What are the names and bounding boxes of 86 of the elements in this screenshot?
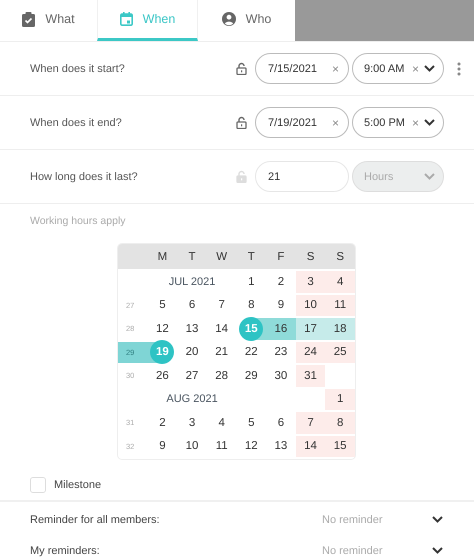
calendar-day[interactable]: 12 (236, 436, 266, 457)
month-label: JUL 2021 (168, 276, 216, 288)
field-label: How long does it last? (30, 170, 139, 182)
working-hours-note: Working hours apply (30, 215, 126, 227)
calendar-day[interactable]: 27 (177, 365, 207, 386)
duration-value: 21 (268, 170, 280, 182)
calendar-day[interactable]: 6 (266, 412, 296, 434)
clear-button[interactable]: × (332, 116, 339, 130)
date-value: 7/15/2021 (268, 62, 317, 74)
lock-icon[interactable] (236, 116, 247, 129)
more-options-icon[interactable] (457, 62, 461, 76)
calendar-day[interactable]: 4 (325, 271, 355, 292)
date-value: 7/19/2021 (268, 116, 317, 128)
calendar-day[interactable]: 18 (325, 318, 355, 340)
weekday-header: S (336, 250, 344, 262)
clipboard-icon (22, 12, 36, 26)
calendar-day[interactable]: 4 (206, 412, 236, 434)
calendar-day[interactable]: 28 (206, 365, 236, 386)
date-field[interactable]: 7/19/2021 × (255, 107, 349, 138)
calendar-day[interactable]: 5 (148, 294, 178, 316)
calendar-day[interactable]: 13 (266, 436, 296, 457)
calendar-day[interactable]: 26 (148, 365, 178, 386)
calendar-day[interactable]: 2 (148, 412, 178, 434)
calendar-day[interactable]: 16 (266, 318, 296, 340)
chevron-down-icon (432, 547, 443, 554)
time-field[interactable]: 5:00 PM × (352, 107, 444, 138)
time-value: 9:00 AM (364, 62, 406, 74)
month-label: AUG 2021 (166, 393, 218, 406)
calendar-day[interactable]: 7 (206, 294, 236, 316)
calendar-day[interactable]: 10 (177, 436, 207, 457)
calendar-day[interactable]: 10 (296, 294, 326, 316)
calendar-day[interactable]: 13 (177, 318, 207, 340)
calendar-day[interactable]: 31 (296, 365, 326, 386)
calendar-day[interactable]: 6 (177, 294, 207, 316)
chevron-down-icon (432, 516, 443, 523)
calendar-day[interactable]: 3 (296, 271, 326, 292)
calendar-day[interactable]: 7 (296, 412, 326, 434)
calendar-day[interactable]: 23 (266, 342, 296, 363)
calendar-day[interactable]: 14 (296, 436, 326, 457)
calendar-day[interactable]: 1 (236, 271, 266, 292)
calendar-day[interactable]: 24 (296, 342, 326, 363)
calendar-day[interactable]: 8 (325, 412, 355, 434)
chevron-down-icon (424, 65, 435, 72)
reminder-label: Reminder for all members: (30, 514, 161, 526)
calendar-day[interactable]: 9 (148, 436, 178, 457)
calendar-day[interactable]: 11 (206, 436, 236, 457)
calendar-day[interactable]: 12 (148, 318, 178, 340)
chevron-down-icon (424, 119, 435, 126)
calendar-day[interactable]: 30 (266, 365, 296, 386)
calendar-day[interactable]: 3 (177, 412, 207, 434)
clear-button[interactable]: × (412, 62, 419, 76)
calendar-day[interactable]: 20 (177, 342, 207, 363)
clear-button[interactable]: × (332, 62, 339, 76)
calendar-day[interactable]: 11 (325, 294, 355, 316)
weekday-header: T (188, 250, 196, 262)
calendar-day[interactable]: 14 (206, 318, 236, 340)
calendar-day[interactable]: 17 (296, 318, 326, 340)
chevron-down-icon (424, 173, 435, 180)
field-label: When does it end? (30, 116, 123, 128)
calendar-day[interactable]: 2 (266, 271, 296, 292)
weekday-header: T (248, 250, 255, 262)
calendar-day[interactable]: 1 (325, 388, 355, 410)
milestone-label: Milestone (54, 478, 102, 490)
milestone-checkbox[interactable] (30, 476, 46, 492)
calendar-day[interactable]: 9 (266, 294, 296, 316)
weekday-header: S (306, 250, 314, 262)
calendar-day[interactable]: 8 (236, 294, 266, 316)
person-icon (222, 12, 236, 26)
field-label: When does it start? (30, 62, 126, 74)
calendar-day[interactable]: 29 (236, 365, 266, 386)
weekday-header: W (216, 250, 228, 262)
clear-button[interactable]: × (412, 116, 419, 130)
duration-field[interactable]: 21 (255, 161, 349, 192)
date-field[interactable]: 7/15/2021 × (255, 53, 349, 84)
weekday-header: M (158, 250, 168, 262)
weekday-header: F (277, 250, 284, 262)
calendar-icon (120, 12, 133, 26)
calendar-day[interactable]: 25 (325, 342, 355, 363)
time-field[interactable]: 9:00 AM × (352, 53, 444, 84)
lock-icon[interactable] (236, 62, 247, 75)
calendar-day[interactable]: 21 (206, 342, 236, 363)
time-value: 5:00 PM (364, 116, 406, 128)
calendar-day[interactable]: 15 (325, 436, 355, 457)
calendar-day[interactable]: 22 (236, 342, 266, 363)
calendar-day[interactable]: 5 (236, 412, 266, 434)
reminder-label: My reminders: (30, 544, 101, 556)
